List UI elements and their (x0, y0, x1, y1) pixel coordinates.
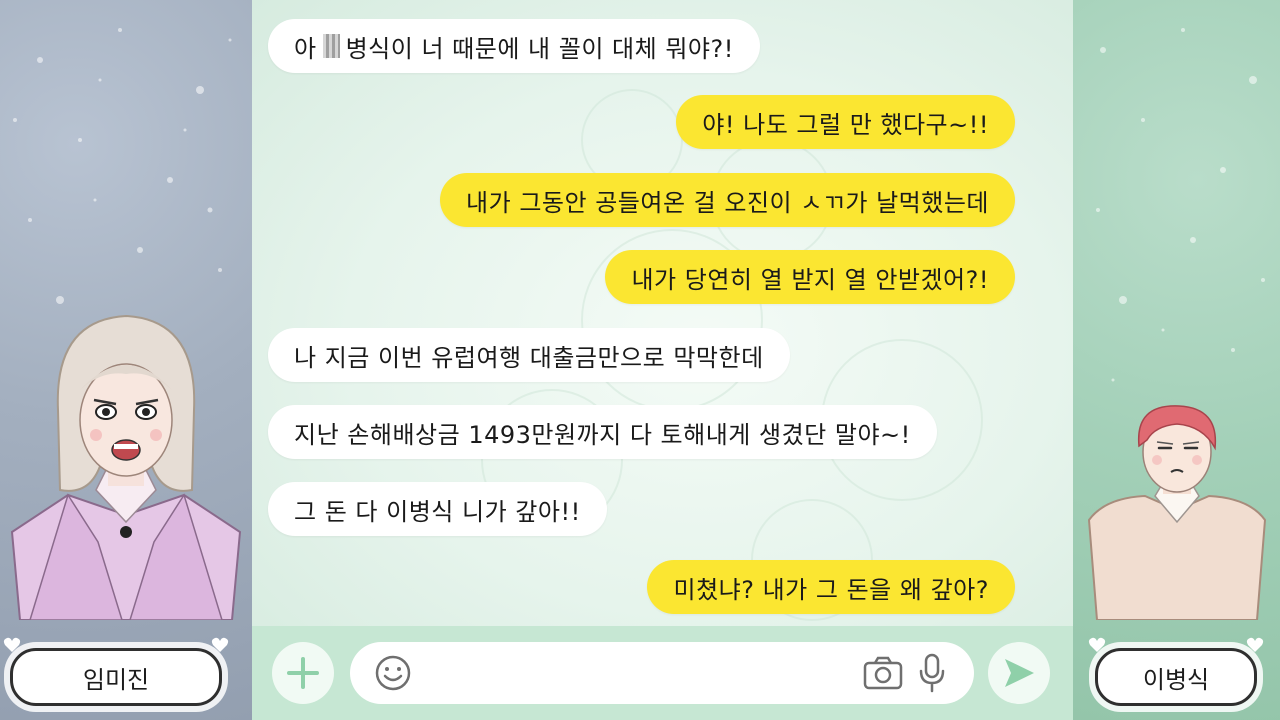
message-text: 지난 손해배상금 1493만원까지 다 토해내게 생겼단 말야~! (294, 420, 911, 449)
microphone-icon[interactable] (916, 652, 948, 694)
message-text: 내가 그동안 공들여온 걸 오진이 ㅅㄲ가 날먹했는데 (466, 188, 989, 217)
heart-icon (1246, 637, 1264, 652)
message-incoming: 나 지금 이번 유럽여행 대출금만으로 막막한데 (268, 328, 790, 382)
chat-window[interactable]: 아 병식이 너 때문에 내 꼴이 대체 뭐야?! 야! 나도 그럴 만 했다구~… (252, 0, 1073, 626)
message-text: 나 지금 이번 유럽여행 대출금만으로 막막한데 (294, 343, 764, 372)
emoji-icon[interactable] (374, 654, 412, 692)
message-text: 내가 당연히 열 받지 열 안받겠어?! (631, 265, 989, 294)
message-text: 병식이 너 때문에 내 꼴이 대체 뭐야?! (345, 34, 734, 63)
message-outgoing: 내가 당연히 열 받지 열 안받겠어?! (605, 250, 1015, 304)
message-field[interactable] (350, 642, 974, 704)
message-incoming: 아 병식이 너 때문에 내 꼴이 대체 뭐야?! (268, 19, 760, 73)
avatar-ibyeongsik (1087, 405, 1267, 620)
message-outgoing: 미쳤냐? 내가 그 돈을 왜 갚아? (647, 560, 1015, 614)
name-label-right: 이병식 (1142, 665, 1210, 694)
send-icon (1005, 659, 1034, 687)
heart-icon (1088, 637, 1106, 652)
message-outgoing: 내가 그동안 공들여온 걸 오진이 ㅅㄲ가 날먹했는데 (440, 173, 1015, 227)
send-button[interactable] (988, 642, 1050, 704)
message-text: 그 돈 다 이병식 니가 갚아!! (294, 497, 581, 526)
name-tag-right: 이병식 (1088, 637, 1264, 706)
message-incoming: 그 돈 다 이병식 니가 갚아!! (268, 482, 607, 536)
message-input[interactable] (430, 654, 850, 692)
input-bar (252, 626, 1073, 720)
censored-blur (322, 34, 340, 58)
name-tag-left: 임미진 (3, 637, 229, 706)
heart-icon (211, 637, 229, 652)
message-outgoing: 야! 나도 그럴 만 했다구~!! (676, 95, 1015, 149)
camera-icon[interactable] (862, 654, 904, 692)
left-profile-panel: 임미진 (0, 0, 252, 720)
plus-icon (287, 657, 319, 689)
message-text: 야! 나도 그럴 만 했다구~!! (702, 110, 989, 139)
avatar-imijin (10, 314, 242, 620)
message-text: 아 (294, 34, 317, 63)
right-profile-panel: 이병식 (1073, 0, 1280, 720)
name-label-left: 임미진 (82, 665, 150, 694)
message-incoming: 지난 손해배상금 1493만원까지 다 토해내게 생겼단 말야~! (268, 405, 937, 459)
attach-button[interactable] (272, 642, 334, 704)
heart-icon (3, 637, 21, 652)
message-text: 미쳤냐? 내가 그 돈을 왜 갚아? (673, 575, 989, 604)
